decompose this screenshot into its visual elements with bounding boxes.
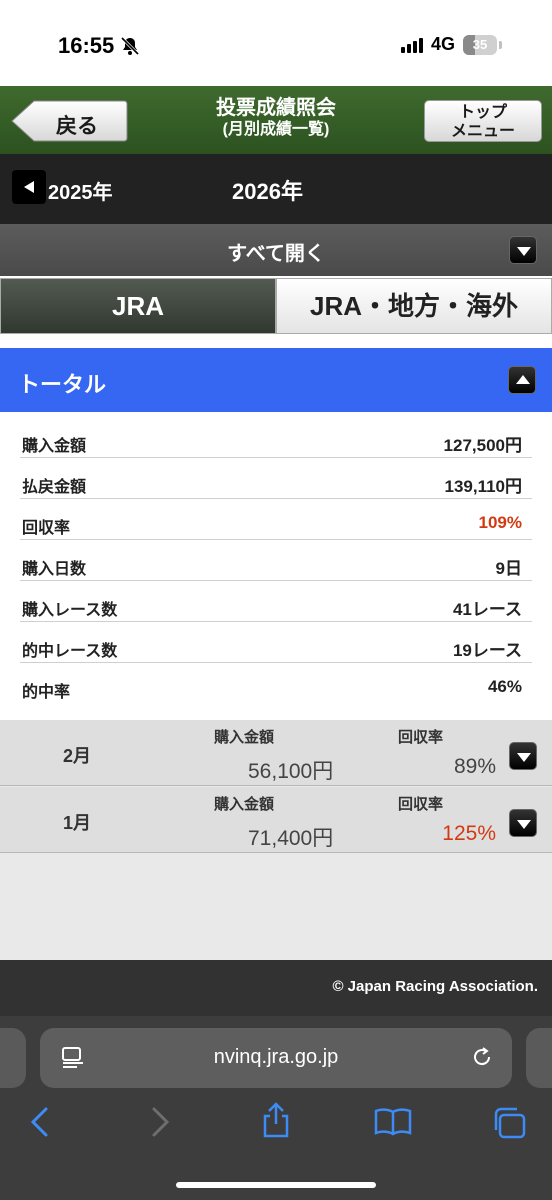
stat-value: 109%: [478, 513, 522, 532]
status-time-group: 16:55: [58, 33, 140, 59]
stat-value: 139,110円: [444, 477, 522, 496]
bell-slash-icon: [121, 36, 140, 56]
forward-icon[interactable]: [148, 1106, 172, 1138]
battery-level: 35: [472, 37, 488, 52]
current-year: 2026年: [232, 179, 303, 204]
status-right: 4G 35: [400, 34, 502, 55]
expand-all-icon[interactable]: [509, 236, 537, 264]
collapse-total-icon[interactable]: [508, 366, 536, 394]
stat-row-hit-races: 的中レース数 19レース: [20, 622, 532, 663]
stat-row-races: 購入レース数 41レース: [20, 581, 532, 622]
month-row-jan[interactable]: 1月 購入金額 71,400円 回収率 125%: [0, 787, 552, 853]
purchase-value: 71,400円: [248, 827, 334, 850]
top-menu-button[interactable]: トップ メニュー: [424, 100, 542, 142]
stat-label: 回収率: [22, 520, 71, 537]
total-stats: 購入金額 127,500円 払戻金額 139,110円 回収率 109% 購入日…: [0, 412, 552, 720]
network-type: 4G: [430, 34, 455, 54]
status-bar: 16:55 4G 35: [0, 0, 552, 86]
total-section-header[interactable]: トータル: [0, 348, 552, 412]
month-name: 1月: [63, 813, 92, 833]
copyright: © Japan Racing Association.: [332, 978, 538, 995]
open-all-label: すべて開く: [227, 243, 325, 265]
month-row-feb[interactable]: 2月 購入金額 56,100円 回収率 89%: [0, 720, 552, 786]
battery-tip: [499, 40, 502, 49]
stat-value: 127,500円: [443, 436, 522, 455]
expand-month-icon[interactable]: [509, 809, 537, 837]
purchase-label: 購入金額: [214, 796, 275, 813]
signal-icon: [400, 37, 423, 53]
stat-label: 払戻金額: [22, 479, 87, 496]
return-rate-label: 回収率: [398, 796, 444, 813]
monthly-list: 2月 購入金額 56,100円 回収率 89% 1月 購入金額 71,400円 …: [0, 720, 552, 960]
stat-label: 的中率: [22, 684, 71, 701]
return-rate-label: 回収率: [398, 729, 444, 746]
year-navigation: 2025年 2026年: [0, 154, 552, 224]
tab-bar: JRA JRA・地方・海外: [0, 278, 552, 334]
status-time: 16:55: [58, 33, 115, 58]
prev-year-arrow-icon[interactable]: [12, 170, 46, 204]
return-rate-value: 125%: [442, 822, 496, 845]
reload-icon[interactable]: [470, 1045, 494, 1069]
stat-label: 購入金額: [22, 438, 87, 455]
address-bar[interactable]: nvinq.jra.go.jp: [40, 1028, 512, 1088]
home-indicator: [176, 1182, 376, 1188]
prev-tab-peek[interactable]: [0, 1028, 26, 1088]
bookmarks-icon[interactable]: [374, 1108, 412, 1136]
top-menu-label-1: トップ: [458, 104, 507, 121]
site-footer: © Japan Racing Association.: [0, 960, 552, 1016]
stat-row-purchase: 購入金額 127,500円: [20, 417, 532, 458]
stat-value: 46%: [487, 677, 522, 696]
return-rate-value: 89%: [453, 755, 496, 778]
tab-jra-local-overseas[interactable]: JRA・地方・海外: [276, 278, 552, 334]
expand-month-icon[interactable]: [509, 742, 537, 770]
purchase-label: 購入金額: [214, 729, 275, 746]
top-menu-label-2: メニュー: [450, 123, 515, 140]
back-button[interactable]: 戻る: [10, 100, 128, 142]
tab-jra[interactable]: JRA: [0, 278, 276, 334]
page-title-sub: (月別成績一覧): [222, 121, 330, 138]
stat-row-hit-rate: 的中率 46%: [20, 663, 532, 704]
stat-value: 9日: [495, 559, 522, 578]
url-text: nvinq.jra.go.jp: [213, 1046, 339, 1068]
prev-year-link[interactable]: 2025年: [48, 176, 113, 205]
stat-label: 購入日数: [22, 561, 87, 578]
back-button-label: 戻る: [56, 115, 98, 138]
stat-row-days: 購入日数 9日: [20, 540, 532, 581]
total-title: トータル: [18, 372, 107, 397]
purchase-value: 56,100円: [248, 760, 334, 783]
battery-icon: 35: [463, 34, 497, 55]
month-name: 2月: [63, 746, 92, 766]
next-tab-peek[interactable]: [526, 1028, 552, 1088]
page-title-main: 投票成績照会: [216, 97, 336, 119]
stat-label: 購入レース数: [22, 602, 118, 619]
stat-row-return-rate: 回収率 109%: [20, 499, 532, 540]
back-icon[interactable]: [28, 1106, 52, 1138]
stat-value: 19レース: [452, 641, 522, 660]
stat-label: 的中レース数: [22, 643, 118, 660]
share-icon[interactable]: [260, 1102, 292, 1138]
stat-row-payout: 払戻金額 139,110円: [20, 458, 532, 499]
page-header: 戻る 投票成績照会 (月別成績一覧) トップ メニュー: [0, 86, 552, 154]
browser-toolbar: nvinq.jra.go.jp: [0, 1016, 552, 1200]
open-all-bar[interactable]: すべて開く: [0, 224, 552, 276]
stat-value: 41レース: [452, 600, 522, 619]
page-title: 投票成績照会 (月別成績一覧): [150, 96, 402, 140]
tabs-icon[interactable]: [492, 1106, 528, 1140]
